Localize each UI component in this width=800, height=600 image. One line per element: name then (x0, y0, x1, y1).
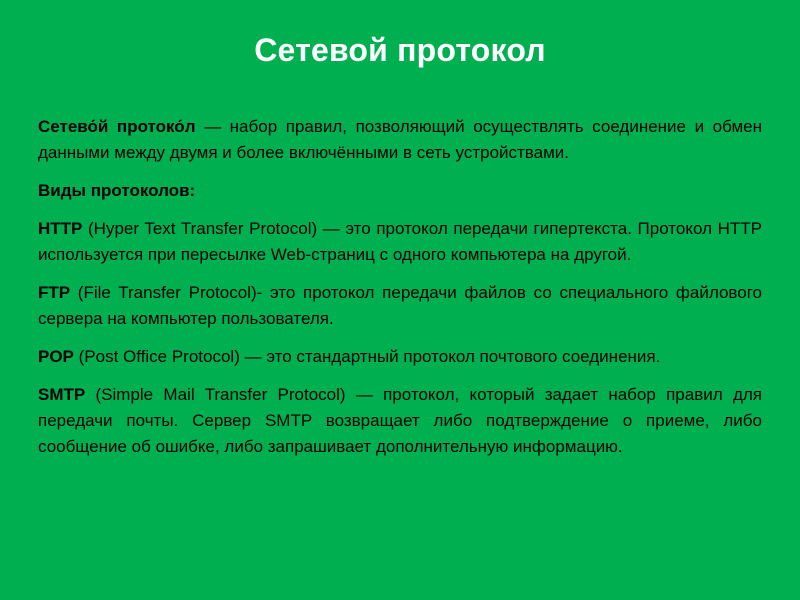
term-text-ftp: (File Transfer Protocol)- это протокол п… (38, 283, 762, 328)
term-label-pop: POP (38, 347, 74, 366)
paragraph-pop: POP (Post Office Protocol) — это стандар… (38, 344, 762, 370)
paragraph-http: HTTP (Hyper Text Transfer Protocol) — эт… (38, 216, 762, 268)
page-title: Сетевой протокол (254, 32, 546, 68)
slide-body: Сетево́й протоко́л — набор правил, позво… (38, 114, 762, 460)
term-label-smtp: SMTP (38, 385, 86, 404)
presentation-slide: Сетевой протокол Сетево́й протоко́л — на… (0, 0, 800, 600)
term-label-http: HTTP (38, 219, 83, 238)
section-heading-protocol-types: Виды протоколов: (38, 181, 196, 200)
term-label-ftp: FTP (38, 283, 71, 302)
paragraph-ftp: FTP (File Transfer Protocol)- это проток… (38, 280, 762, 332)
paragraph-definition: Сетево́й протоко́л — набор правил, позво… (38, 114, 762, 166)
term-text-pop: (Post Office Protocol) — это стандартный… (73, 347, 661, 366)
paragraph-types-heading: Виды протоколов: (38, 178, 762, 204)
term-text-smtp: (Simple Mail Transfer Protocol) — проток… (38, 385, 762, 456)
term-text-http: (Hyper Text Transfer Protocol) — это про… (38, 219, 762, 264)
paragraph-smtp: SMTP (Simple Mail Transfer Protocol) — п… (38, 382, 762, 460)
term-label-network-protocol: Сетево́й протоко́л (38, 117, 196, 136)
